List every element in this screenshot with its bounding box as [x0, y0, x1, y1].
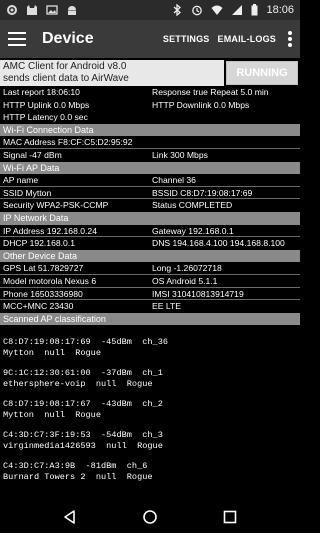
data-row: HTTP Uplink 0.0 Mbps HTTP Downlink 0.0 Mb… — [3, 99, 250, 110]
data-row: GPS Lat 51.7829727 Long -1.26072718 — [0, 262, 300, 275]
data-row: SSID Mytton BSSID C8:D7:19:08:17:69 — [0, 187, 300, 200]
bluetooth-icon — [174, 4, 182, 16]
data-row: MAC Address F8:CF:C5:D2:95:92 — [0, 136, 300, 149]
data-row: DHCP 192.168.0.1 DNS 194.168.4.100 194.16… — [3, 238, 285, 249]
alarm-icon — [192, 5, 203, 16]
list-item: 9C:1C:12:30:61:00 -37dBm ch_1 ethersphere… — [3, 368, 163, 389]
cat-icon — [27, 5, 37, 15]
settings-button[interactable]: SETTINGS — [163, 34, 210, 44]
navigation-bar — [0, 500, 300, 533]
section-header-other-device: Other Device Data — [0, 249, 300, 263]
settings-icon — [7, 5, 17, 15]
notice-line-1: AMC Client for Android v8.0 — [3, 61, 127, 72]
running-button[interactable]: RUNNING — [226, 61, 298, 85]
data-row: AP name Channel 36 — [0, 174, 300, 187]
section-header-wifi-connection: Wi-Fi Connection Data — [0, 123, 300, 137]
list-item: C4:3D:C7:A3:9B -81dBm ch_6 Burnard Towers… — [3, 461, 153, 482]
section-header-ip-network: IP Network Data — [0, 211, 300, 225]
data-row: MCC+MNC 23430 EE LTE — [3, 301, 181, 312]
list-item: C8:D7:19:08:17:67 -43dBm ch_2 Mytton null… — [3, 399, 163, 420]
data-row: Signal -47 dBm Link 300 Mbps — [3, 149, 208, 160]
status-time: 18:06 — [266, 4, 294, 16]
recents-icon[interactable] — [222, 509, 238, 525]
app-bar: Device SETTINGS EMAIL-LOGS — [0, 20, 300, 58]
status-bar: 18:06 — [0, 0, 300, 20]
back-icon[interactable] — [62, 509, 78, 525]
notice-line-2: sends client data to AirWave — [3, 73, 129, 84]
android-icon — [68, 6, 76, 15]
data-row: HTTP Latency 0.0 sec — [3, 112, 88, 123]
data-row: Model motorola Nexus 6 OS Android 5.1.1 — [0, 275, 300, 288]
data-row: Security WPA2-PSK-CCMP Status COMPLETED — [3, 200, 233, 211]
data-row: Last report 18:06:10 Response true Repeat… — [3, 87, 269, 97]
home-icon[interactable] — [142, 509, 158, 525]
battery-icon — [251, 4, 258, 16]
data-row: Phone 16503336980 IMSI 310410813914719 — [0, 288, 300, 301]
section-header-scanned-ap: Scanned AP classification — [0, 312, 300, 326]
scanned-ap-list[interactable]: C8:D7:19:08:17:69 -45dBm ch_36 Mytton nul… — [0, 337, 300, 500]
list-item: C4:3D:C7:3F:19:53 -54dBm ch_3 virginmedia… — [3, 430, 163, 451]
list-item: C8:D7:19:08:17:69 -45dBm ch_36 Mytton nul… — [3, 337, 169, 358]
email-logs-button[interactable]: EMAIL-LOGS — [218, 34, 277, 44]
overflow-menu-icon[interactable] — [288, 31, 292, 47]
device-data: Last report 18:06:10 Response true Repeat… — [0, 86, 300, 326]
page-title: Device — [42, 30, 94, 47]
data-row: IP Address 192.168.0.24 Gateway 192.168.0… — [0, 225, 300, 238]
hamburger-menu-icon[interactable] — [8, 32, 26, 46]
image-icon — [46, 5, 58, 15]
wifi-icon — [211, 5, 223, 15]
client-notice: AMC Client for Android v8.0 sends client… — [0, 60, 224, 86]
signal-icon — [232, 5, 243, 15]
section-header-wifi-ap: Wi-Fi AP Data — [0, 161, 300, 175]
